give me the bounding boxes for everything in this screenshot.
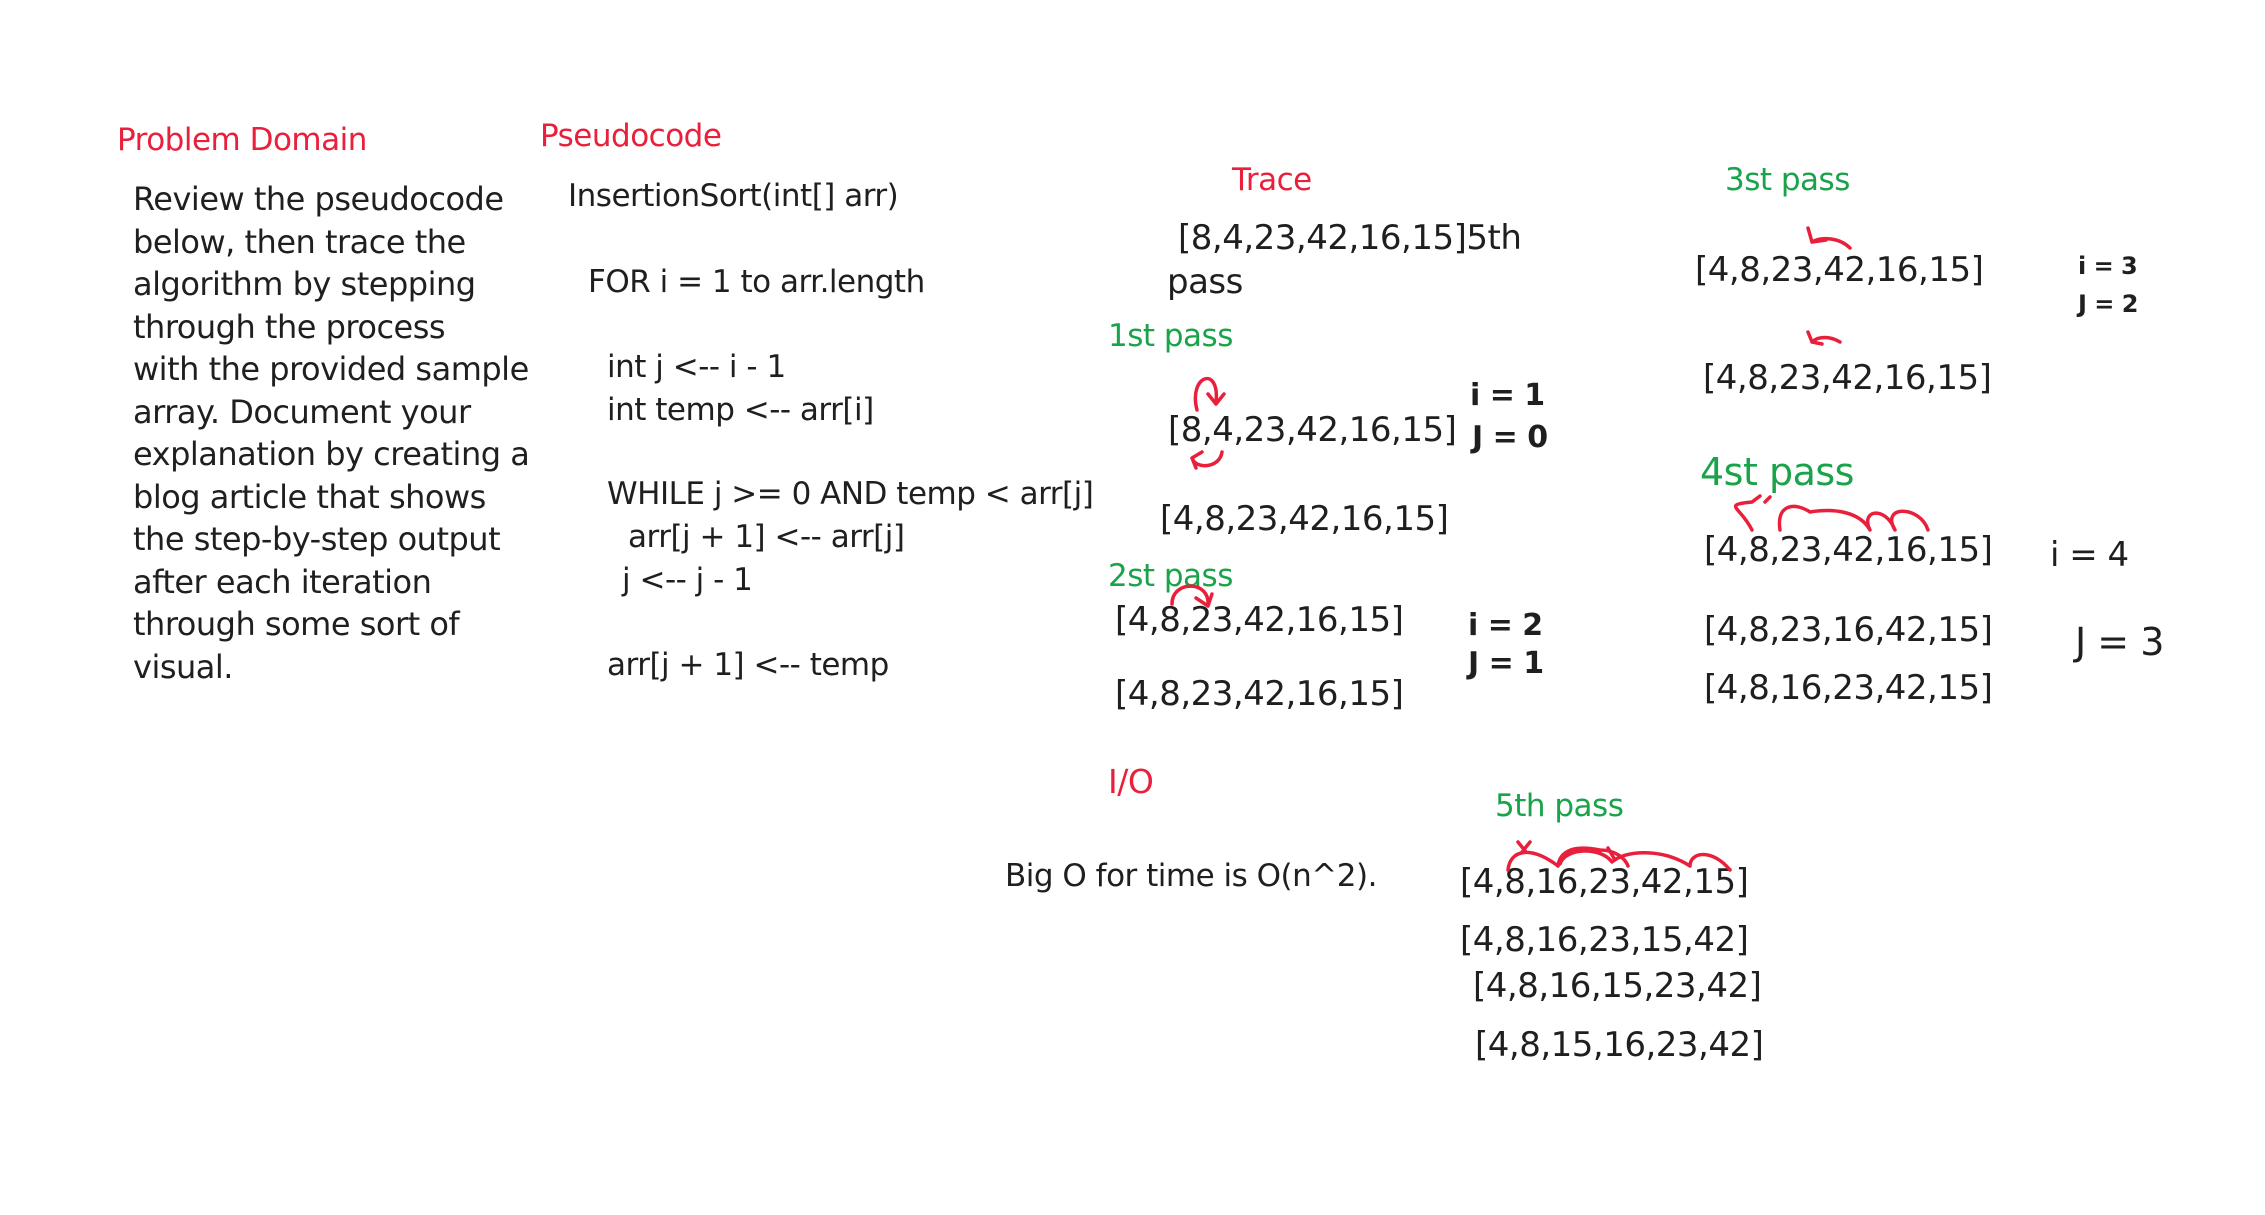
problem-line: algorithm by stepping — [133, 265, 476, 303]
pass2-row: [4,8,23,42,16,15] — [1115, 674, 1404, 714]
swap-arrow-icon — [1190, 450, 1224, 470]
pass3-row: [4,8,23,42,16,15] — [1703, 358, 1992, 398]
problem-line: after each iteration — [133, 562, 432, 601]
swap-arrow-icon — [1806, 330, 1842, 346]
pass2-i-note: i = 2 — [1468, 608, 1543, 643]
problem-line: through the process — [133, 307, 446, 346]
problem-domain-heading: Problem Domain — [117, 122, 367, 158]
pseudocode-line: arr[j + 1] <-- temp — [607, 647, 889, 683]
problem-line: the step-by-step output — [133, 520, 501, 558]
pass1-j-note: J = 0 — [1472, 420, 1548, 455]
pass3-row: [4,8,23,42,16,15] — [1695, 250, 1984, 290]
pseudocode-line: arr[j + 1] <-- arr[j] — [628, 519, 905, 555]
problem-line: explanation by creating a — [133, 435, 530, 473]
pseudocode-line: WHILE j >= 0 AND temp < arr[j] — [607, 476, 1094, 512]
swap-arrow-icon — [1733, 494, 1930, 532]
pass5-label: 5th pass — [1495, 788, 1624, 824]
trace-heading: Trace — [1232, 162, 1312, 198]
problem-line: array. Document your — [133, 392, 471, 431]
pseudocode-line: j <-- j - 1 — [622, 562, 753, 598]
trace-start-note: pass — [1167, 262, 1243, 302]
swap-arrow-icon — [1806, 226, 1852, 250]
pseudocode-line: FOR i = 1 to arr.length — [588, 264, 925, 300]
pass1-i-note: i = 1 — [1470, 378, 1545, 413]
problem-line: blog article that shows — [133, 477, 486, 516]
pass4-row: [4,8,23,42,16,15] — [1704, 530, 1993, 570]
pass3-i-note: i = 3 — [2078, 252, 2138, 280]
whiteboard: Problem Domain Review the pseudocode bel… — [0, 0, 2265, 1215]
pseudocode-line: int temp <-- arr[i] — [607, 392, 874, 428]
io-heading: I/O — [1108, 762, 1154, 801]
pass2-row: [4,8,23,42,16,15] — [1115, 600, 1404, 640]
problem-line: through some sort of — [133, 605, 460, 643]
pass1-row: [4,8,23,42,16,15] — [1160, 499, 1449, 539]
pass1-row: [8,4,23,42,16,15] — [1168, 410, 1457, 450]
pass2-j-note: J = 1 — [1468, 646, 1544, 681]
pseudocode-heading: Pseudocode — [540, 118, 722, 154]
pass1-label: 1st pass — [1108, 318, 1233, 354]
trace-start-array: [8,4,23,42,16,15]5th — [1178, 218, 1522, 258]
pass5-row: [4,8,15,16,23,42] — [1475, 1025, 1764, 1065]
swap-arrow-icon — [1193, 376, 1226, 412]
pass3-label: 3st pass — [1725, 162, 1850, 198]
pass3-j-note: J = 2 — [2078, 290, 2138, 318]
pass5-row: [4,8,16,23,15,42] — [1460, 920, 1749, 960]
pass4-row: [4,8,16,23,42,15] — [1704, 668, 1993, 708]
pass4-row: [4,8,23,16,42,15] — [1704, 610, 1993, 650]
big-o-text: Big O for time is O(n^2). — [1005, 858, 1377, 894]
pass4-label: 4st pass — [1700, 450, 1854, 494]
problem-line: Review the pseudocode — [133, 180, 504, 218]
pass5-row: [4,8,16,23,42,15] — [1460, 862, 1749, 902]
pass5-row: [4,8,16,15,23,42] — [1473, 966, 1762, 1006]
problem-description: Review the pseudocode below, then trace … — [133, 178, 553, 688]
pass4-i-note: i = 4 — [2050, 535, 2129, 575]
problem-line: below, then trace the — [133, 222, 466, 261]
pseudocode-line: InsertionSort(int[] arr) — [568, 178, 899, 214]
pass2-label: 2st pass — [1108, 558, 1233, 594]
problem-line: visual. — [133, 647, 233, 686]
pseudocode-line: int j <-- i - 1 — [607, 349, 786, 385]
pass4-j-note: J = 3 — [2075, 620, 2164, 664]
problem-line: with the provided sample — [133, 350, 529, 388]
